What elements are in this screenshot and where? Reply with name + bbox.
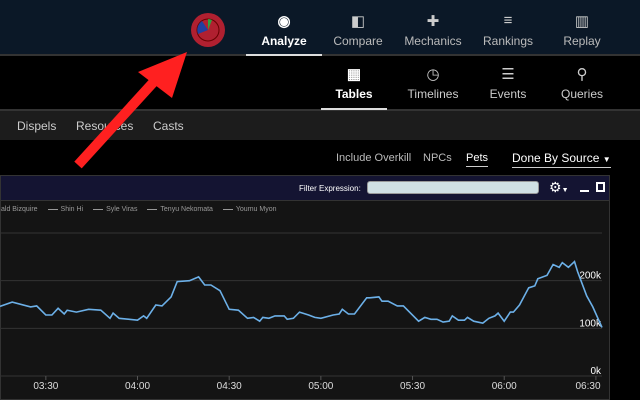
x-tick-label: 04:30 [217, 381, 242, 392]
series-line [0, 260, 603, 328]
x-tick-label: 03:30 [33, 381, 58, 392]
y-tick-label: 0k [590, 366, 602, 377]
x-tick-label: 05:30 [400, 381, 425, 392]
x-tick-label: 04:00 [125, 381, 150, 392]
y-tick-label: 200k [579, 271, 602, 282]
x-tick-label: 06:00 [492, 381, 517, 392]
x-tick-label: 06:30 [575, 381, 600, 392]
x-tick-label: 05:00 [308, 381, 333, 392]
damage-chart: 0k100k200k03:30 04:00 04:30 05:00 05:30 06:00… [0, 232, 603, 392]
